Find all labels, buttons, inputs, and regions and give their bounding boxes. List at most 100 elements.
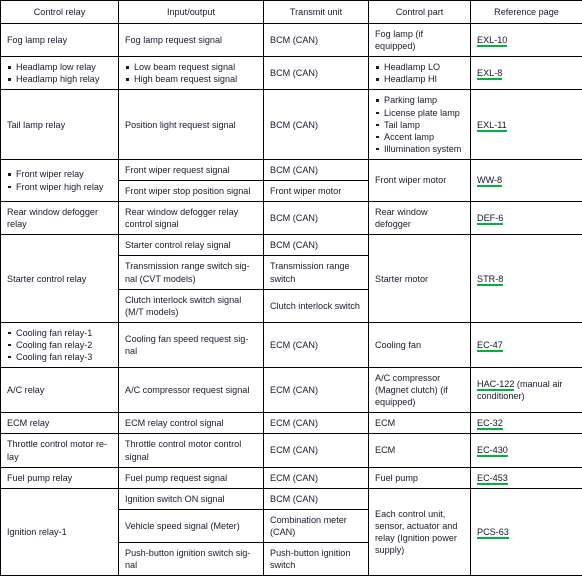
list-item: Parking lamp <box>375 94 464 106</box>
cell-reference-page: EC-430 <box>471 434 582 467</box>
cell-input-output: Cooling fan speed request sig-nal <box>119 322 264 367</box>
list-item: Illumination system <box>375 143 464 155</box>
bullet-list: Parking lamp License plate lamp Tail lam… <box>375 94 464 154</box>
cell-transmit-unit: BCM (CAN) <box>264 57 369 90</box>
reference-link[interactable]: WW-8 <box>477 175 502 187</box>
cell-transmit-unit: BCM (CAN) <box>264 159 369 180</box>
cell-transmit-unit: BCM (CAN) <box>264 488 369 509</box>
table-row: Ignition relay-1 Ignition switch ON sign… <box>1 488 582 509</box>
reference-link[interactable]: EC-47 <box>477 340 503 352</box>
cell-reference-page: EC-47 <box>471 322 582 367</box>
bullet-list: Headlamp LO Headlamp HI <box>375 61 464 85</box>
reference-link[interactable]: EC-32 <box>477 418 503 430</box>
cell-input-output: ECM relay control signal <box>119 413 264 434</box>
reference-link[interactable]: EXL-8 <box>477 68 502 80</box>
list-item: License plate lamp <box>375 107 464 119</box>
cell-transmit-unit: Front wiper motor <box>264 181 369 202</box>
column-header-control-part: Control part <box>369 1 471 24</box>
list-item: Headlamp LO <box>375 61 464 73</box>
cell-control-part: Rear window defogger <box>369 202 471 235</box>
cell-reference-page: EC-453 <box>471 467 582 488</box>
column-header-control-relay: Control relay <box>1 1 119 24</box>
cell-control-part: Headlamp LO Headlamp HI <box>369 57 471 90</box>
list-item: Cooling fan relay-2 <box>7 339 112 351</box>
reference-link[interactable]: EC-430 <box>477 445 508 457</box>
cell-reference-page: DEF-6 <box>471 202 582 235</box>
cell-control-relay: Fog lamp relay <box>1 24 119 57</box>
cell-input-output: Fuel pump request signal <box>119 467 264 488</box>
cell-transmit-unit: Push-button ignition switch <box>264 543 369 576</box>
cell-input-output: Front wiper request signal <box>119 159 264 180</box>
cell-transmit-unit: ECM (CAN) <box>264 434 369 467</box>
cell-control-part: Parking lamp License plate lamp Tail lam… <box>369 90 471 159</box>
table-row: A/C relay A/C compressor request signal … <box>1 368 582 413</box>
list-item: Headlamp HI <box>375 73 464 85</box>
bullet-list: Headlamp low relay Headlamp high relay <box>7 61 112 85</box>
cell-control-relay: Rear window defogger relay <box>1 202 119 235</box>
cell-input-output: Starter control relay signal <box>119 235 264 256</box>
table-row: Front wiper relay Front wiper high relay… <box>1 159 582 180</box>
cell-transmit-unit: ECM (CAN) <box>264 322 369 367</box>
relay-control-table: Control relay Input/output Transmit unit… <box>0 0 582 576</box>
cell-control-part: Fog lamp (if equipped) <box>369 24 471 57</box>
cell-control-part: Front wiper motor <box>369 159 471 201</box>
column-header-reference-page: Reference page <box>471 1 582 24</box>
table-row: Fuel pump relay Fuel pump request signal… <box>1 467 582 488</box>
list-item: Front wiper high relay <box>7 181 112 193</box>
table-header-row: Control relay Input/output Transmit unit… <box>1 1 582 24</box>
cell-control-part: Each control unit, sensor, actuator and … <box>369 488 471 575</box>
reference-link[interactable]: EXL-10 <box>477 35 507 47</box>
cell-reference-page: PCS-63 <box>471 488 582 575</box>
cell-control-relay: Cooling fan relay-1 Cooling fan relay-2 … <box>1 322 119 367</box>
cell-input-output: Low beam request signal High beam reques… <box>119 57 264 90</box>
column-header-input-output: Input/output <box>119 1 264 24</box>
cell-transmit-unit: BCM (CAN) <box>264 235 369 256</box>
reference-link[interactable]: EC-453 <box>477 473 508 485</box>
cell-control-part: Fuel pump <box>369 467 471 488</box>
table-row: Cooling fan relay-1 Cooling fan relay-2 … <box>1 322 582 367</box>
list-item: High beam request signal <box>125 73 257 85</box>
cell-transmit-unit: Clutch interlock switch <box>264 289 369 322</box>
table-row: Throttle control motor re-lay Throttle c… <box>1 434 582 467</box>
list-item: Front wiper relay <box>7 168 112 180</box>
cell-control-relay: Front wiper relay Front wiper high relay <box>1 159 119 201</box>
cell-input-output: Rear window defogger relay control signa… <box>119 202 264 235</box>
cell-reference-page: HAC-122 (manual air conditioner) <box>471 368 582 413</box>
cell-reference-page: WW-8 <box>471 159 582 201</box>
list-item: Headlamp high relay <box>7 73 112 85</box>
table-row: Fog lamp relay Fog lamp request signal B… <box>1 24 582 57</box>
reference-link[interactable]: PCS-63 <box>477 527 509 539</box>
cell-transmit-unit: ECM (CAN) <box>264 368 369 413</box>
cell-transmit-unit: BCM (CAN) <box>264 202 369 235</box>
cell-control-relay: Ignition relay-1 <box>1 488 119 575</box>
cell-reference-page: EXL-10 <box>471 24 582 57</box>
table-row: Headlamp low relay Headlamp high relay L… <box>1 57 582 90</box>
cell-input-output: Push-button ignition switch sig-nal <box>119 543 264 576</box>
cell-input-output: Throttle control motor control signal <box>119 434 264 467</box>
cell-control-part: ECM <box>369 413 471 434</box>
cell-input-output: Vehicle speed signal (Meter) <box>119 509 264 542</box>
reference-link[interactable]: EXL-11 <box>477 120 507 132</box>
list-item: Tail lamp <box>375 119 464 131</box>
cell-reference-page: EXL-11 <box>471 90 582 159</box>
cell-transmit-unit: BCM (CAN) <box>264 90 369 159</box>
cell-input-output: Front wiper stop position signal <box>119 181 264 202</box>
reference-link[interactable]: STR-8 <box>477 274 503 286</box>
cell-input-output: Ignition switch ON signal <box>119 488 264 509</box>
reference-link[interactable]: DEF-6 <box>477 213 503 225</box>
cell-transmit-unit: ECM (CAN) <box>264 467 369 488</box>
cell-control-relay: Headlamp low relay Headlamp high relay <box>1 57 119 90</box>
cell-transmit-unit: BCM (CAN) <box>264 24 369 57</box>
cell-control-relay: A/C relay <box>1 368 119 413</box>
cell-reference-page: STR-8 <box>471 235 582 322</box>
column-header-transmit-unit: Transmit unit <box>264 1 369 24</box>
cell-input-output: Clutch interlock switch signal (M/T mode… <box>119 289 264 322</box>
cell-reference-page: EC-32 <box>471 413 582 434</box>
cell-input-output: A/C compressor request signal <box>119 368 264 413</box>
reference-link[interactable]: HAC-122 <box>477 379 514 391</box>
cell-transmit-unit: ECM (CAN) <box>264 413 369 434</box>
cell-input-output: Transmission range switch sig-nal (CVT m… <box>119 256 264 289</box>
table-row: ECM relay ECM relay control signal ECM (… <box>1 413 582 434</box>
bullet-list: Cooling fan relay-1 Cooling fan relay-2 … <box>7 327 112 363</box>
table-row: Rear window defogger relay Rear window d… <box>1 202 582 235</box>
